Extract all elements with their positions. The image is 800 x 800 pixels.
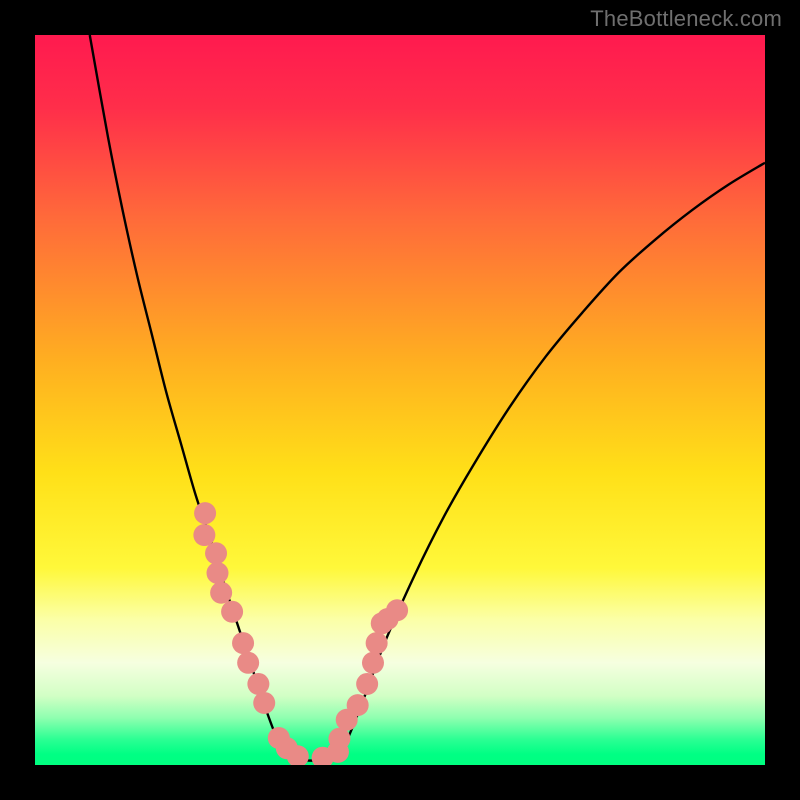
- data-marker: [194, 502, 216, 524]
- data-marker: [193, 524, 215, 546]
- data-marker: [347, 694, 369, 716]
- data-marker: [237, 652, 259, 674]
- plot-area: [35, 35, 765, 765]
- data-marker: [205, 542, 227, 564]
- data-marker: [232, 632, 254, 654]
- data-marker: [207, 562, 229, 584]
- left-curve: [90, 35, 286, 754]
- marker-cluster-right: [312, 599, 408, 765]
- data-marker: [366, 632, 388, 654]
- data-marker: [356, 673, 378, 695]
- data-marker: [221, 601, 243, 623]
- data-marker: [328, 728, 350, 750]
- data-marker: [247, 673, 269, 695]
- right-curve: [339, 163, 765, 754]
- chart-container: TheBottleneck.com: [0, 0, 800, 800]
- data-marker: [362, 652, 384, 674]
- data-marker: [210, 582, 232, 604]
- data-marker: [253, 692, 275, 714]
- data-marker: [386, 599, 408, 621]
- marker-cluster-left: [193, 502, 308, 765]
- curves-layer: [35, 35, 765, 765]
- watermark-text: TheBottleneck.com: [590, 6, 782, 32]
